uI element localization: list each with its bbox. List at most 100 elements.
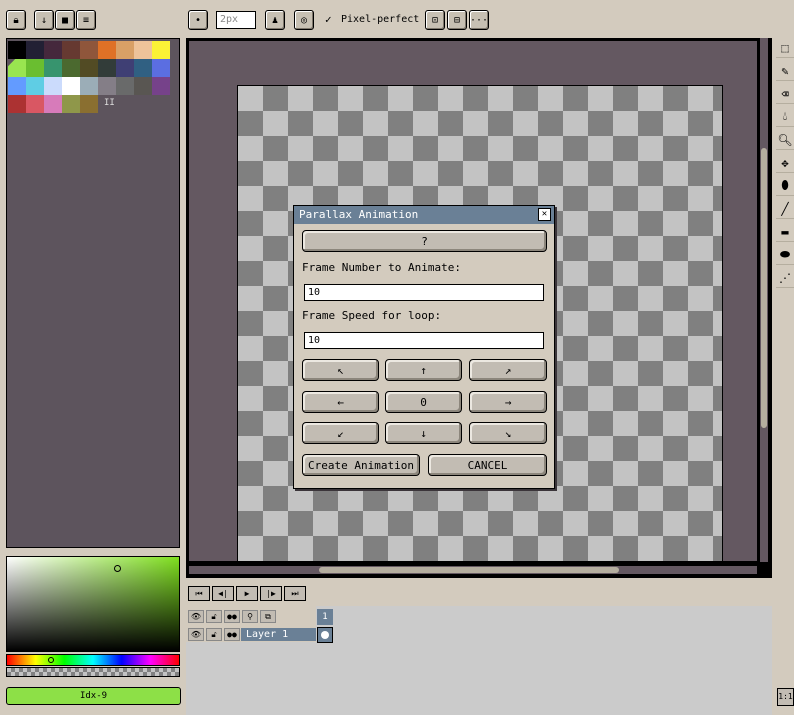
palette-swatch[interactable]: [44, 41, 62, 59]
palette-swatch[interactable]: [62, 95, 80, 113]
arrow-down-button[interactable]: ↓: [34, 10, 54, 30]
direction-up-left-button[interactable]: ↖: [302, 359, 379, 381]
spray-icon[interactable]: ⋰: [776, 268, 794, 288]
direction-down-right-button[interactable]: ↘: [469, 422, 547, 444]
palette-swatch[interactable]: [116, 59, 134, 77]
symmetry-button[interactable]: ◎: [294, 10, 314, 30]
palette-swatch[interactable]: [44, 95, 62, 113]
palette-swatch[interactable]: [152, 41, 170, 59]
color-picker-cursor[interactable]: [114, 565, 121, 572]
palette-swatch[interactable]: [98, 41, 116, 59]
frame-speed-input[interactable]: 10: [304, 332, 544, 349]
rectangle-icon[interactable]: ▬: [776, 222, 794, 242]
eraser-icon[interactable]: ⌫: [776, 84, 794, 104]
color-picker-area[interactable]: [6, 556, 180, 652]
palette-swatch[interactable]: [62, 77, 80, 95]
direction-up-right-button[interactable]: ↗: [469, 359, 547, 381]
new-layer-icon[interactable]: ⧉: [260, 610, 276, 623]
palette-swatch[interactable]: [8, 77, 26, 95]
direction-left-button[interactable]: ←: [302, 391, 379, 413]
palette-swatch[interactable]: [134, 41, 152, 59]
fill-icon[interactable]: ⬮: [776, 176, 794, 196]
palette-swatch[interactable]: [26, 77, 44, 95]
pencil-icon[interactable]: ✎: [776, 61, 794, 81]
palette-swatch[interactable]: [98, 59, 116, 77]
marquee-icon[interactable]: ⬚: [776, 38, 794, 58]
next-frame-icon[interactable]: |▶: [260, 586, 282, 601]
layer-name[interactable]: Layer 1: [241, 628, 316, 641]
palette-swatch[interactable]: [98, 77, 116, 95]
create-animation-button[interactable]: Create Animation: [302, 454, 420, 476]
close-icon[interactable]: ✕: [538, 208, 551, 221]
alpha-slider[interactable]: [6, 667, 180, 677]
palette-swatch[interactable]: [152, 59, 170, 77]
hue-slider-handle[interactable]: [48, 657, 54, 663]
play-icon[interactable]: ▶: [236, 586, 258, 601]
dialog-titlebar[interactable]: Parallax Animation ✕: [294, 206, 554, 224]
lock-button[interactable]: 🔒︎: [6, 10, 26, 30]
palette-swatch[interactable]: [80, 95, 98, 113]
brush-shape-button[interactable]: •: [188, 10, 208, 30]
palette-swatch[interactable]: [134, 59, 152, 77]
brush-size-input[interactable]: 2px: [216, 11, 256, 29]
vertical-scrollbar[interactable]: [760, 38, 768, 562]
palette-swatch[interactable]: [116, 41, 134, 59]
help-button[interactable]: ?: [302, 230, 547, 252]
palette-swatch[interactable]: [152, 77, 170, 95]
layer-lock-icon[interactable]: 🔓︎: [206, 628, 222, 641]
palette-swatch[interactable]: [26, 95, 44, 113]
direction-down-left-button[interactable]: ↙: [302, 422, 379, 444]
palette-swatch[interactable]: [44, 77, 62, 95]
hue-slider[interactable]: [6, 654, 180, 666]
palette-swatch[interactable]: [8, 95, 26, 113]
palette-swatch[interactable]: [8, 41, 26, 59]
cancel-button[interactable]: CANCEL: [428, 454, 547, 476]
palette-swatch[interactable]: [80, 59, 98, 77]
palette-swatch[interactable]: [80, 41, 98, 59]
vertical-scroll-thumb[interactable]: [761, 148, 767, 428]
current-color-bar[interactable]: Idx-9: [6, 687, 181, 705]
layer-continuous-icon[interactable]: ●●: [224, 628, 240, 641]
eye-header-icon[interactable]: 👁︎: [188, 610, 204, 623]
frame-number-input[interactable]: 10: [304, 284, 544, 301]
ellipse-icon[interactable]: ⬬: [776, 245, 794, 265]
menu-button[interactable]: ≡: [76, 10, 96, 30]
continuous-header-icon[interactable]: ●●: [224, 610, 240, 623]
direction-down-button[interactable]: ↓: [385, 422, 462, 444]
palette-swatch[interactable]: [62, 59, 80, 77]
palette-swatch[interactable]: [116, 77, 134, 95]
more-button[interactable]: ···: [469, 10, 489, 30]
direction-right-button[interactable]: →: [469, 391, 547, 413]
tools-empty-space: [776, 288, 794, 684]
palette-swatch[interactable]: [80, 77, 98, 95]
horizontal-scrollbar[interactable]: [189, 566, 757, 574]
palette-swatch[interactable]: [26, 59, 44, 77]
save-button[interactable]: ■: [55, 10, 75, 30]
horizontal-scroll-thumb[interactable]: [319, 567, 619, 573]
direction-up-button[interactable]: ↑: [385, 359, 462, 381]
frame-number-header[interactable]: 1: [317, 609, 333, 625]
pixel-perfect-checkbox[interactable]: ✓: [325, 13, 332, 26]
arrow-down-icon: ↓: [40, 14, 48, 26]
prev-frame-icon[interactable]: ◀|: [212, 586, 234, 601]
palette-swatch[interactable]: [44, 59, 62, 77]
zoom-icon[interactable]: 🔍︎: [776, 130, 794, 150]
first-frame-icon[interactable]: ⏮: [188, 586, 210, 601]
frame-cel[interactable]: [317, 627, 333, 643]
palette-swatch[interactable]: [26, 41, 44, 59]
move-icon[interactable]: ✥: [776, 153, 794, 173]
link-header-icon[interactable]: ⚲: [242, 610, 258, 623]
palette-swatch[interactable]: [8, 59, 26, 77]
direction-center-button[interactable]: 0: [385, 391, 462, 413]
palette-swatch[interactable]: [134, 77, 152, 95]
zoom-reset-button[interactable]: 1:1: [777, 688, 794, 706]
eyedropper-icon[interactable]: 💧︎: [776, 107, 794, 127]
tile-mode-button[interactable]: ⊡: [425, 10, 445, 30]
layer-visible-icon[interactable]: 👁︎: [188, 628, 204, 641]
line-icon[interactable]: ╱: [776, 199, 794, 219]
lock-header-icon[interactable]: 🔓︎: [206, 610, 222, 623]
last-frame-icon[interactable]: ⏭: [284, 586, 306, 601]
palette-swatch[interactable]: [62, 41, 80, 59]
ink-button[interactable]: ♟: [265, 10, 285, 30]
grid-button[interactable]: ⊟: [447, 10, 467, 30]
